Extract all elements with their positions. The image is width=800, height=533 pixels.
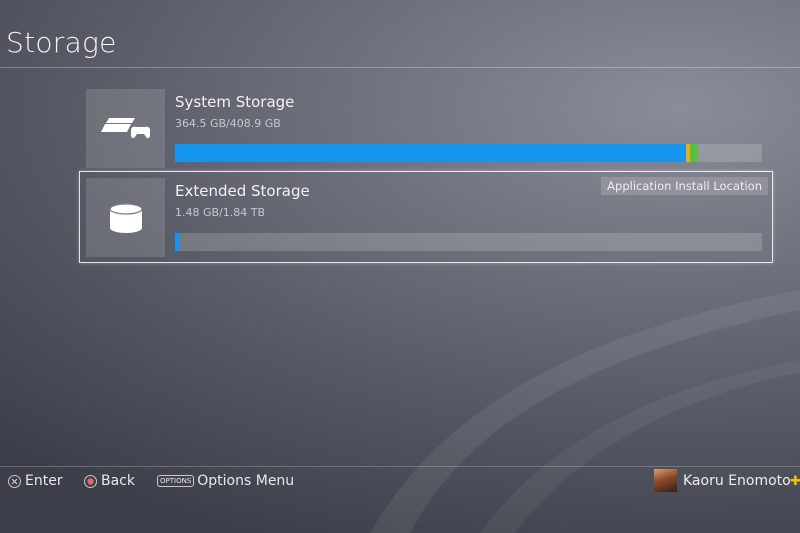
storage-usage-bar (175, 144, 762, 162)
usage-bar-segment (690, 144, 698, 162)
item-icon-box (86, 178, 165, 257)
item-icon-box (86, 89, 165, 168)
storage-usage: 1.48 GB/1.84 TB (175, 206, 266, 219)
storage-usage-bar (175, 233, 762, 251)
back-label: Back (101, 473, 135, 489)
storage-item-extended[interactable]: Extended Storage 1.48 GB/1.84 TB Applica… (79, 171, 773, 263)
avatar (654, 469, 677, 492)
user-name: Kaoru Enomoto (683, 472, 791, 489)
usage-bar-fill (175, 233, 180, 251)
playstation-plus-icon: ✚ (790, 474, 800, 489)
enter-hint[interactable]: Enter (8, 472, 63, 490)
storage-name: System Storage (175, 93, 295, 111)
options-hint[interactable]: OPTIONS Options Menu (157, 472, 294, 490)
title-divider (0, 67, 800, 68)
install-location-badge: Application Install Location (601, 177, 768, 195)
enter-label: Enter (25, 473, 63, 489)
storage-usage: 364.5 GB/408.9 GB (175, 117, 281, 130)
user-profile: Kaoru Enomoto (654, 469, 791, 492)
usage-bar-fill (175, 144, 698, 162)
back-hint[interactable]: Back (84, 472, 135, 490)
options-label: Options Menu (197, 473, 295, 489)
page-title: Storage (6, 26, 117, 59)
cross-button-icon (8, 474, 21, 488)
storage-item-system[interactable]: System Storage 364.5 GB/408.9 GB (86, 89, 766, 169)
footer-divider (0, 466, 800, 467)
storage-name: Extended Storage (175, 182, 310, 200)
external-drive-icon (108, 202, 143, 233)
circle-button-icon (84, 474, 97, 488)
options-button-icon: OPTIONS (157, 475, 195, 487)
ps4-console-icon (100, 117, 150, 138)
background-wave (370, 290, 800, 533)
